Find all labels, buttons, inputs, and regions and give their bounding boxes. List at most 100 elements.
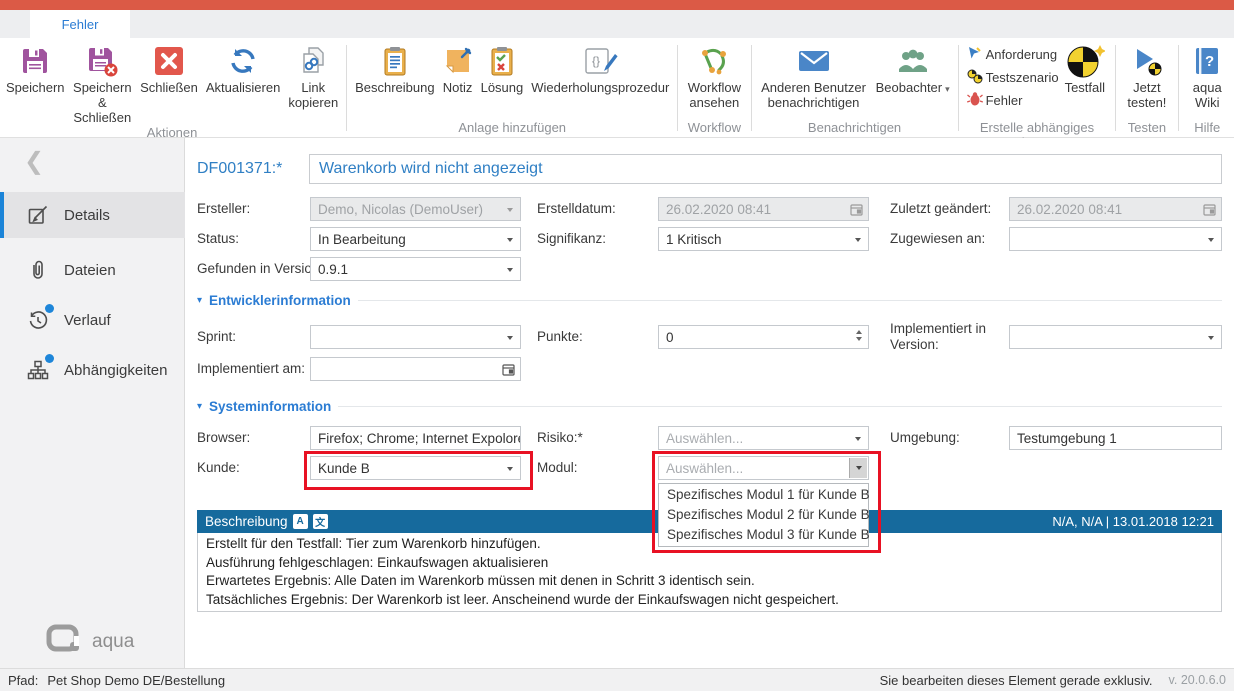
svg-text:{}: {}	[592, 54, 600, 68]
aktualisieren-button[interactable]: Aktualisieren	[202, 38, 284, 95]
title-input[interactable]: Warenkorb wird nicht angezeigt	[309, 154, 1222, 184]
modul-dropdown-list: Spezifisches Modul 1 für Kunde B Spezifi…	[658, 483, 869, 547]
ribbon-group-aktionen: Speichern Speichern & Schließen Schließe…	[0, 38, 344, 137]
tab-fehler[interactable]: Fehler	[30, 10, 130, 38]
window-accent-strip	[0, 0, 1234, 10]
exclusive-edit-text: Sie bearbeiten dieses Element gerade exk…	[880, 673, 1153, 688]
implementiert-am-datefield[interactable]	[310, 357, 521, 381]
group-label-workflow: Workflow	[680, 120, 748, 137]
bug-icon	[967, 91, 983, 110]
ribbon-group-testen: Jetzt testen! Testen	[1118, 38, 1175, 137]
ribbon-tabbar: Fehler	[0, 10, 1234, 38]
gefunden-in-version-select[interactable]: 0.9.1	[310, 257, 521, 281]
loesung-button[interactable]: Lösung	[477, 38, 528, 95]
signifikanz-select[interactable]: 1 Kritisch	[658, 227, 869, 251]
browser-value: Firefox; Chrome; Internet Expolorer; ...	[318, 431, 521, 446]
aqua-logo-icon	[46, 624, 82, 660]
aqua-wiki-button[interactable]: ? aqua Wiki	[1182, 38, 1232, 110]
anderen-benutzer-label: Anderen Benutzer benachrichtigen	[759, 80, 867, 110]
implementiert-in-version-label: Implementiert in Version:	[890, 321, 1002, 353]
translate-lang-icon[interactable]: 文	[313, 514, 328, 529]
notiz-button[interactable]: Notiz	[439, 38, 477, 95]
app-version: v. 20.0.6.0	[1169, 673, 1226, 687]
sprint-select[interactable]	[310, 325, 521, 349]
beschreibung-line: Erwartetes Ergebnis: Alle Daten im Waren…	[206, 572, 1213, 591]
anforderung-button[interactable]: Anforderung	[967, 45, 1059, 64]
section-entwicklerinformation-title: Entwicklerinformation	[209, 293, 351, 308]
history-icon	[26, 308, 50, 332]
path-value: Pet Shop Demo DE/Bestellung	[47, 673, 225, 688]
testszenario-button[interactable]: Testszenario	[967, 68, 1059, 87]
jetzt-testen-button[interactable]: Jetzt testen!	[1120, 38, 1173, 110]
modul-option-2[interactable]: Spezifisches Modul 2 für Kunde B	[659, 505, 868, 525]
ersteller-label: Ersteller:	[197, 197, 250, 221]
modul-select[interactable]: Auswählen...	[658, 456, 869, 480]
jetzt-testen-label: Jetzt testen!	[1124, 80, 1169, 110]
translate-a-icon[interactable]: A	[293, 514, 308, 529]
group-label-erstelle: Erstelle abhängiges Element	[961, 120, 1114, 137]
speichern-button[interactable]: Speichern	[2, 38, 69, 95]
beschreibung-title: Beschreibung	[205, 514, 288, 529]
sidebar-item-dateien[interactable]: Dateien	[0, 252, 185, 288]
paperclip-icon	[26, 258, 50, 282]
status-select[interactable]: In Bearbeitung	[310, 227, 521, 251]
beobachter-button[interactable]: Beobachter▾	[872, 38, 954, 97]
beschreibung-button[interactable]: Beschreibung	[351, 38, 439, 95]
calendar-icon	[1203, 203, 1216, 219]
section-divider	[358, 300, 1222, 301]
sidebar-item-abhaengigkeiten[interactable]: Abhängigkeiten	[0, 352, 185, 388]
testfall-label: Testfall	[1065, 80, 1105, 95]
fehler-erstellen-button[interactable]: Fehler	[967, 91, 1059, 110]
section-entwicklerinformation[interactable]: ▾ Entwicklerinformation	[197, 291, 1222, 309]
zugewiesen-an-label: Zugewiesen an:	[890, 227, 985, 251]
risiko-placeholder: Auswählen...	[666, 431, 743, 446]
modul-option-3[interactable]: Spezifisches Modul 3 für Kunde B	[659, 525, 868, 545]
risiko-select[interactable]: Auswählen...	[658, 426, 869, 450]
ribbon-group-benachrichtigen: Anderen Benutzer benachrichtigen Beobach…	[753, 38, 955, 137]
aqua-logo: aqua	[46, 624, 134, 660]
umgebung-label: Umgebung:	[890, 426, 960, 450]
observers-icon	[896, 42, 930, 80]
wiederholungsprozedur-button[interactable]: {} Wiederholungsprozedur	[527, 38, 673, 95]
ribbon-group-anlage: Beschreibung Notiz Lösung {}	[349, 38, 675, 137]
implementiert-in-version-select[interactable]	[1009, 325, 1222, 349]
umgebung-input[interactable]: Testumgebung 1	[1009, 426, 1222, 450]
section-systeminformation[interactable]: ▾ Systeminformation	[197, 397, 1222, 415]
ersteller-value: Demo, Nicolas (DemoUser)	[318, 202, 483, 217]
link-kopieren-button[interactable]: Link kopieren	[284, 38, 342, 110]
group-label-benachrichtigen: Benachrichtigen	[753, 120, 955, 137]
kunde-select[interactable]: Kunde B	[310, 456, 521, 480]
speichern-und-schliessen-button[interactable]: Speichern & Schließen	[69, 38, 137, 125]
punkte-stepper[interactable]: 0	[658, 325, 869, 349]
testfall-button[interactable]: Testfall	[1061, 38, 1109, 95]
schliessen-button[interactable]: Schließen	[136, 38, 202, 95]
group-label-testen: Testen	[1118, 120, 1175, 137]
anderen-benutzer-button[interactable]: Anderen Benutzer benachrichtigen	[755, 38, 871, 110]
ribbon-group-erstelle: Anforderung Testszenario Fehler	[961, 38, 1114, 137]
ribbon: Speichern Speichern & Schließen Schließe…	[0, 38, 1234, 138]
kunde-label: Kunde:	[197, 456, 240, 480]
stepper-arrows-icon[interactable]	[856, 330, 862, 341]
ribbon-separator	[751, 45, 752, 131]
workflow-ansehen-label: Workflow ansehen	[686, 80, 742, 110]
beschreibung-meta: N/A, N/A | 13.01.2018 12:21	[1052, 514, 1214, 529]
beobachter-text: Beobachter	[876, 80, 943, 95]
workflow-ansehen-button[interactable]: Workflow ansehen	[682, 38, 746, 110]
calendar-icon[interactable]	[502, 363, 515, 379]
zugewiesen-an-select[interactable]	[1009, 227, 1222, 251]
beschreibung-label: Beschreibung	[355, 80, 435, 95]
sidebar-item-details[interactable]: Details	[0, 192, 185, 238]
sidebar-item-verlauf[interactable]: Verlauf	[0, 302, 185, 338]
gefunden-in-version-label: Gefunden in Version:	[197, 257, 323, 281]
item-id: DF001371:*	[197, 154, 282, 184]
ribbon-separator	[958, 45, 959, 131]
browser-input[interactable]: Firefox; Chrome; Internet Expolorer; ...	[310, 426, 521, 450]
aktualisieren-label: Aktualisieren	[206, 80, 280, 95]
sidebar: ❮ Details Dateien Verlauf A	[0, 138, 185, 668]
ribbon-separator	[677, 45, 678, 131]
modul-dropdown-button[interactable]	[849, 458, 867, 478]
modul-option-1[interactable]: Spezifisches Modul 1 für Kunde B	[659, 485, 868, 505]
sidebar-collapse-button[interactable]: ❮	[24, 150, 44, 174]
signifikanz-value: 1 Kritisch	[666, 232, 722, 247]
section-chevron-icon: ▾	[197, 295, 202, 306]
